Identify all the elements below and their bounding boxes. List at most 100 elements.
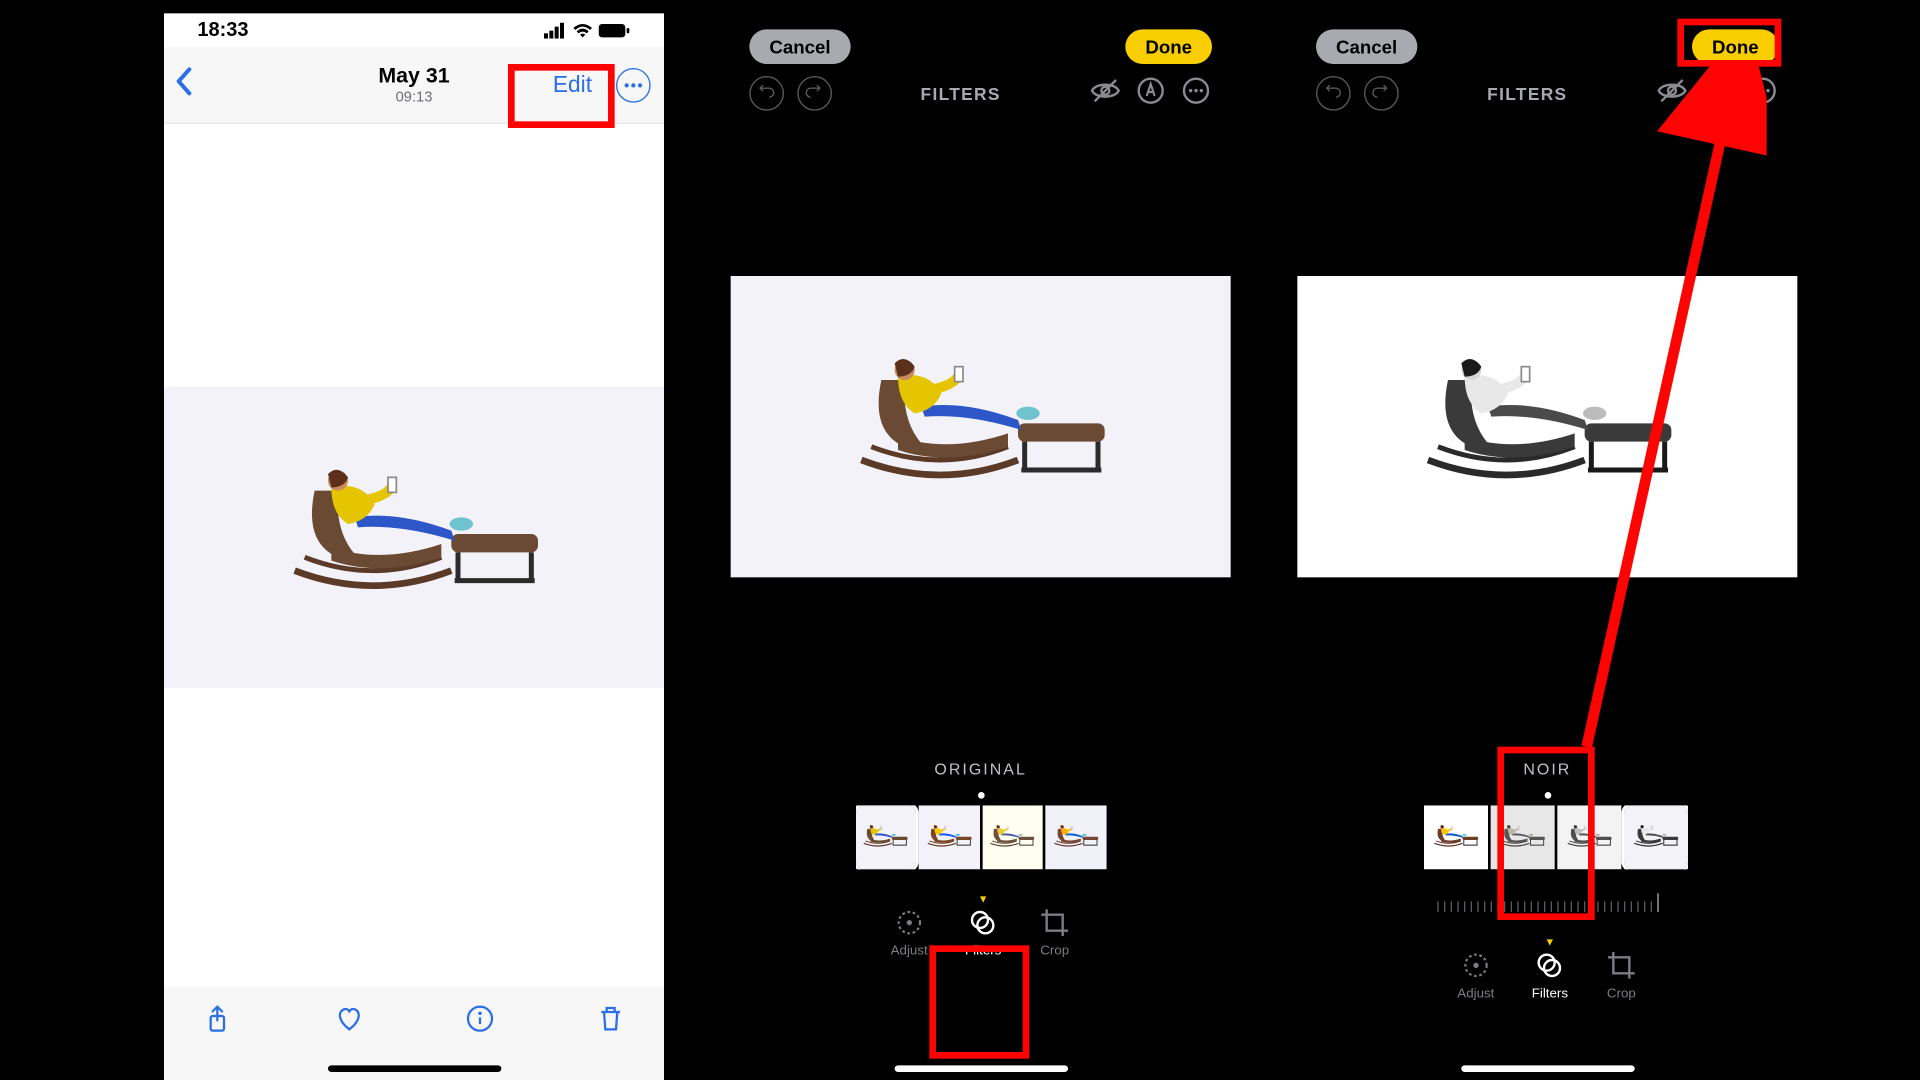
more-icon	[1747, 74, 1779, 106]
slider-handle[interactable]	[1657, 893, 1658, 912]
eye-off-icon	[1089, 74, 1121, 106]
status-icons	[544, 22, 631, 38]
filter-thumb-original[interactable]	[855, 805, 916, 869]
share-button[interactable]	[201, 1003, 233, 1044]
filter-thumb-silvertone[interactable]	[1557, 805, 1621, 869]
current-filter-label: ORIGINAL	[731, 760, 1231, 779]
editor-header: Cancel Done	[731, 13, 1231, 66]
undo-button[interactable]	[749, 76, 784, 111]
editor-subheader: FILTERS	[1297, 67, 1797, 120]
tab-filters-label: Filters	[965, 944, 1001, 959]
tab-filters[interactable]: ▼ Filters	[965, 907, 1001, 959]
more-button[interactable]	[1747, 74, 1779, 113]
trash-icon	[595, 1003, 627, 1035]
tab-crop-label: Crop	[1040, 944, 1069, 959]
redo-icon	[804, 83, 825, 104]
cancel-button[interactable]: Cancel	[749, 29, 850, 64]
wifi-icon	[572, 22, 593, 38]
tab-crop-label: Crop	[1607, 987, 1636, 1002]
home-indicator[interactable]	[1461, 1065, 1634, 1072]
photo-time: 09:13	[378, 89, 449, 105]
editor-photo	[731, 276, 1231, 577]
editor-photo-area[interactable]	[731, 120, 1231, 733]
filter-thumb-mono[interactable]	[1490, 805, 1554, 869]
editor-tabs: Adjust ▼ Filters Crop	[1297, 949, 1797, 1001]
heart-icon	[332, 1003, 367, 1035]
editor-screen-noir: Cancel Done FILTERS NOIR	[1297, 13, 1797, 1080]
editor-screen-original: Cancel Done FILTERS ORIGINAL	[731, 13, 1231, 1080]
done-button[interactable]: Done	[1125, 29, 1212, 64]
back-button[interactable]	[164, 67, 193, 103]
done-button[interactable]: Done	[1692, 29, 1779, 64]
mode-label: FILTERS	[1415, 83, 1640, 103]
markup-button[interactable]	[1135, 74, 1167, 113]
caret-icon: ▼	[1545, 936, 1556, 948]
ellipsis-icon	[624, 82, 643, 87]
undo-button[interactable]	[1316, 76, 1351, 111]
tab-crop[interactable]: Crop	[1039, 907, 1071, 959]
editor-header: Cancel Done	[1297, 13, 1797, 66]
home-indicator[interactable]	[327, 1065, 500, 1072]
status-time: 18:33	[197, 19, 248, 42]
adjust-icon	[1460, 949, 1492, 981]
filter-thumb-warm[interactable]	[982, 805, 1043, 869]
compare-button[interactable]	[1089, 74, 1121, 113]
photos-viewer-screen: 18:33 May 31 09:13 Edit	[164, 13, 664, 1080]
info-button[interactable]	[464, 1003, 496, 1042]
tab-filters[interactable]: ▼ Filters	[1532, 949, 1568, 1001]
current-filter-label: NOIR	[1297, 760, 1797, 779]
nav-bar: May 31 09:13 Edit	[164, 47, 664, 124]
info-icon	[464, 1003, 496, 1035]
edit-button[interactable]: Edit	[537, 63, 608, 106]
redo-button[interactable]	[1364, 76, 1399, 111]
redo-icon	[1371, 83, 1392, 104]
share-icon	[201, 1003, 233, 1038]
filter-thumb-vivid[interactable]	[919, 805, 980, 869]
editor-photo-area[interactable]	[1297, 120, 1797, 733]
adjust-icon	[893, 907, 925, 939]
home-indicator[interactable]	[894, 1065, 1067, 1072]
redo-button[interactable]	[797, 76, 832, 111]
filter-strip[interactable]	[731, 805, 1231, 869]
photo-area[interactable]	[164, 124, 664, 951]
tab-adjust-label: Adjust	[1457, 987, 1494, 1002]
markup-button[interactable]	[1701, 74, 1733, 113]
filter-thumb-noir[interactable]	[1623, 805, 1687, 869]
battery-icon	[599, 22, 631, 38]
editor-subheader: FILTERS	[731, 67, 1231, 120]
signal-icon	[544, 22, 567, 38]
cancel-button[interactable]: Cancel	[1316, 29, 1417, 64]
filters-icon	[1534, 949, 1566, 981]
tab-filters-label: Filters	[1532, 987, 1568, 1002]
more-icon	[1180, 74, 1212, 106]
more-button[interactable]	[1180, 74, 1212, 113]
markup-icon	[1135, 74, 1167, 106]
eye-off-icon	[1656, 74, 1688, 106]
tab-adjust-label: Adjust	[891, 944, 928, 959]
filter-strip[interactable]	[1297, 805, 1797, 869]
crop-icon	[1039, 907, 1071, 939]
chevron-left-icon	[175, 67, 194, 96]
editor-tabs: Adjust ▼ Filters Crop	[731, 907, 1231, 959]
filter-thumb-dramatic-cool[interactable]	[1423, 805, 1487, 869]
undo-icon	[1323, 83, 1344, 104]
markup-icon	[1701, 74, 1733, 106]
filter-indicator-dot	[977, 792, 984, 799]
filter-thumb-cool[interactable]	[1045, 805, 1106, 869]
status-bar: 18:33	[164, 13, 664, 46]
title: May 31 09:13	[378, 65, 449, 105]
more-button[interactable]	[616, 67, 651, 102]
compare-button[interactable]	[1656, 74, 1688, 113]
intensity-slider[interactable]	[1297, 893, 1797, 912]
favorite-button[interactable]	[332, 1003, 367, 1042]
delete-button[interactable]	[595, 1003, 627, 1042]
tab-adjust[interactable]: Adjust	[1457, 949, 1494, 1001]
mode-label: FILTERS	[848, 83, 1073, 103]
photo-date: May 31	[378, 65, 449, 89]
tab-adjust[interactable]: Adjust	[891, 907, 928, 959]
tab-crop[interactable]: Crop	[1605, 949, 1637, 1001]
filters-icon	[967, 907, 999, 939]
crop-icon	[1605, 949, 1637, 981]
photo	[164, 387, 664, 688]
editor-photo	[1297, 276, 1797, 577]
